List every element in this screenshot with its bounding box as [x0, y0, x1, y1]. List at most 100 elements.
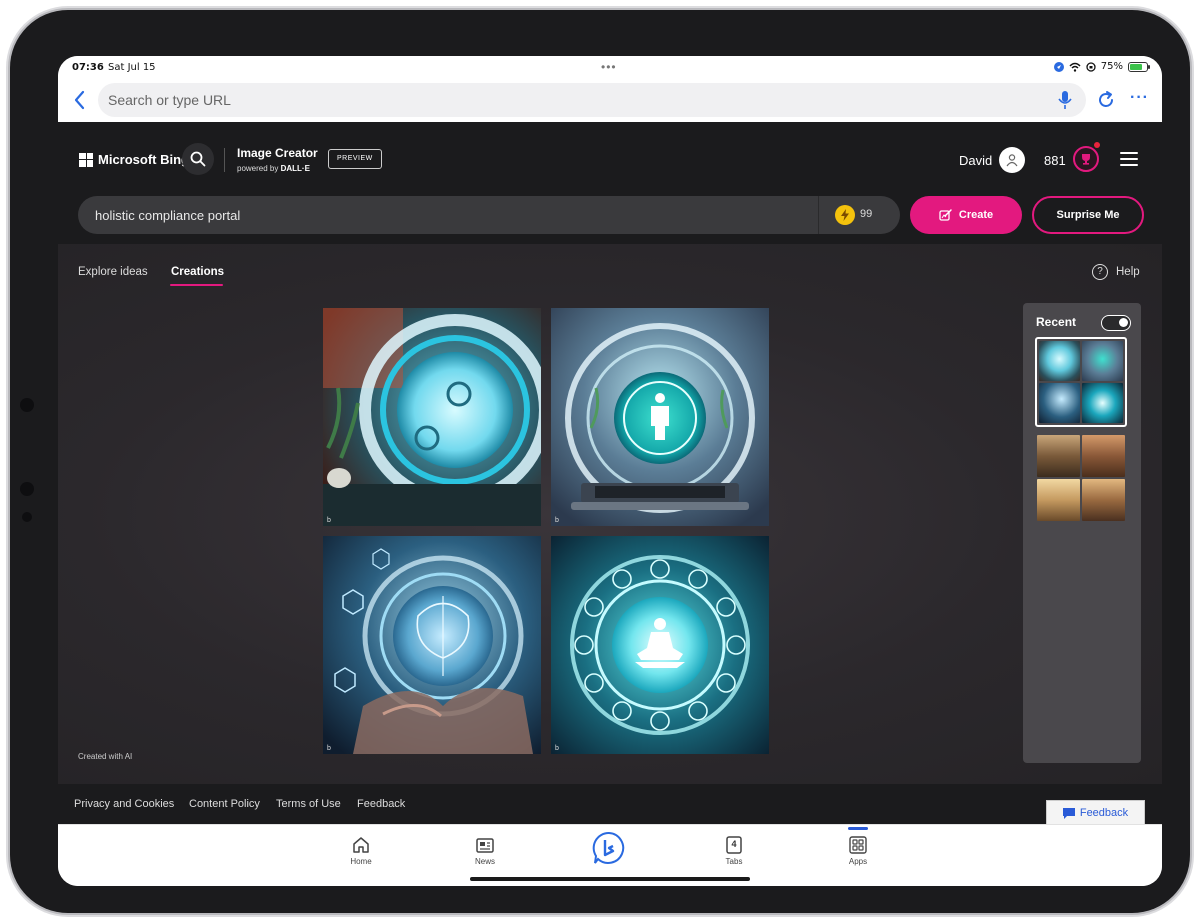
- app-bar-tabs-label: Tabs: [725, 857, 743, 866]
- privacy-cookies-link[interactable]: Privacy and Cookies: [74, 798, 174, 810]
- screen: 07:36 Sat Jul 15 ••• 75% ···: [58, 56, 1162, 886]
- url-input[interactable]: [98, 83, 998, 117]
- page-footer: Privacy and Cookies Content Policy Terms…: [58, 784, 1162, 824]
- recent-thumb: [1082, 435, 1125, 477]
- boost-lightning-icon[interactable]: [835, 205, 855, 225]
- prompt-input[interactable]: [78, 196, 778, 234]
- wifi-icon: [1069, 62, 1081, 72]
- ipad-frame: 07:36 Sat Jul 15 ••• 75% ···: [10, 10, 1190, 913]
- bottom-app-bar: Home News 4 Tabs Apps: [58, 824, 1162, 886]
- recent-thumb: [1039, 383, 1080, 423]
- recent-set-previous[interactable]: [1035, 433, 1127, 523]
- generated-image-2[interactable]: b: [551, 308, 769, 526]
- product-title[interactable]: Image Creator: [237, 146, 318, 160]
- bing-watermark-icon: b: [327, 745, 331, 752]
- app-bar-tabs[interactable]: 4 Tabs: [709, 835, 759, 866]
- tabs-count-badge: 4: [731, 839, 737, 849]
- rewards-points[interactable]: 881: [1044, 153, 1066, 168]
- feedback-button-label: Feedback: [1079, 807, 1129, 819]
- avatar[interactable]: [999, 147, 1025, 173]
- app-bar-home[interactable]: Home: [336, 835, 386, 866]
- powered-by-brand: DALL·E: [280, 164, 310, 173]
- bing-image-creator-page: Microsoft Bing Image Creator powered by …: [58, 122, 1162, 824]
- recent-thumb: [1037, 479, 1080, 521]
- status-indicators: 75%: [1053, 61, 1150, 72]
- home-icon: [353, 837, 369, 853]
- generated-image-1[interactable]: b: [323, 308, 541, 526]
- status-date: Sat Jul 15: [108, 62, 156, 73]
- location-icon: [1053, 61, 1064, 72]
- generated-image-3[interactable]: b: [323, 536, 541, 754]
- page-header: Microsoft Bing Image Creator powered by …: [58, 122, 1162, 244]
- boost-count: 99: [860, 208, 873, 220]
- battery-icon: [1128, 61, 1150, 72]
- app-bar-apps-label: Apps: [848, 857, 868, 866]
- browser-toolbar: ···: [58, 80, 1162, 122]
- microsoft-logo-icon: [79, 152, 93, 167]
- url-field[interactable]: [98, 83, 1086, 117]
- feedback-button[interactable]: Feedback: [1046, 800, 1145, 824]
- terms-of-use-link[interactable]: Terms of Use: [276, 798, 341, 810]
- generated-image-4[interactable]: b: [551, 536, 769, 754]
- multitask-dots-icon[interactable]: •••: [601, 60, 617, 74]
- powered-by-label: powered by: [237, 164, 279, 173]
- bing-chat-button[interactable]: [592, 831, 626, 865]
- powered-by-text: powered by DALL·E: [237, 164, 310, 173]
- create-label: Create: [958, 209, 994, 221]
- app-bar-news-label: News: [474, 857, 495, 866]
- app-bar-apps[interactable]: Apps: [833, 835, 883, 866]
- user-icon: [1006, 154, 1018, 167]
- surprise-me-button[interactable]: Surprise Me: [1032, 196, 1144, 234]
- tab-explore-ideas[interactable]: Explore ideas: [78, 266, 148, 278]
- recent-thumb: [1082, 479, 1125, 521]
- bing-watermark-icon: b: [555, 745, 559, 752]
- active-tab-underline: [170, 284, 223, 286]
- rewards-trophy-icon[interactable]: [1073, 146, 1099, 172]
- create-icon: [939, 209, 952, 221]
- header-divider: [224, 148, 225, 172]
- status-bar: 07:36 Sat Jul 15 ••• 75%: [58, 56, 1162, 80]
- active-app-indicator: [848, 827, 868, 830]
- search-button[interactable]: [182, 143, 214, 175]
- back-chevron-icon[interactable]: [70, 88, 90, 112]
- screen-lock-icon: [1086, 61, 1096, 72]
- news-icon: [476, 838, 494, 853]
- app-bar-news[interactable]: News: [460, 835, 510, 866]
- feedback-link[interactable]: Feedback: [357, 798, 405, 810]
- bing-watermark-icon: b: [327, 517, 331, 524]
- recent-thumb: [1082, 383, 1123, 423]
- chat-bubble-icon: [1062, 807, 1075, 819]
- microsoft-bing-logo[interactable]: Microsoft Bing: [79, 152, 189, 167]
- recent-title: Recent: [1036, 315, 1077, 329]
- camera-dot: [20, 398, 34, 412]
- content-policy-link[interactable]: Content Policy: [189, 798, 260, 810]
- sensor-dot-small: [22, 512, 32, 522]
- status-time: 07:36: [72, 62, 104, 73]
- preview-badge: PREVIEW: [328, 149, 382, 169]
- tab-creations[interactable]: Creations: [171, 266, 224, 278]
- bing-chat-icon: [592, 831, 625, 864]
- recent-toggle[interactable]: [1101, 315, 1131, 331]
- apps-grid-icon: [849, 836, 867, 854]
- recent-panel: Recent: [1023, 303, 1141, 763]
- recent-set-current[interactable]: [1035, 337, 1127, 427]
- prompt-divider: [818, 196, 819, 234]
- bing-watermark-icon: b: [555, 517, 559, 524]
- more-options-icon[interactable]: ···: [1130, 89, 1154, 109]
- recent-thumb: [1082, 341, 1123, 381]
- help-link[interactable]: Help: [1116, 266, 1140, 278]
- reload-icon[interactable]: [1096, 90, 1116, 110]
- brand-name: Microsoft Bing: [98, 152, 189, 167]
- created-with-ai-label: Created with AI: [78, 752, 133, 761]
- recent-thumb: [1039, 341, 1080, 381]
- help-icon[interactable]: ?: [1092, 264, 1108, 280]
- creations-content: Explore ideas Creations ? Help b b b b C…: [58, 244, 1162, 784]
- user-name[interactable]: David: [959, 153, 992, 168]
- recent-thumb: [1037, 435, 1080, 477]
- hamburger-menu-icon[interactable]: [1120, 152, 1138, 166]
- app-bar-home-label: Home: [350, 857, 372, 866]
- microphone-icon[interactable]: [1056, 90, 1074, 110]
- home-indicator[interactable]: [470, 877, 750, 881]
- sensor-dot: [20, 482, 34, 496]
- create-button[interactable]: Create: [910, 196, 1022, 234]
